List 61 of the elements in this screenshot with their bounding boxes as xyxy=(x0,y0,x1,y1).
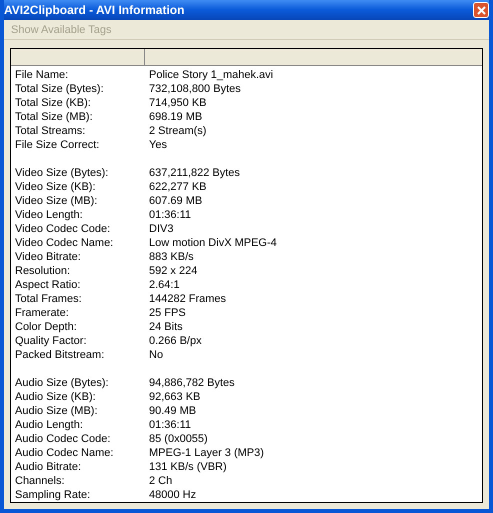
property-label: Sampling Rate: xyxy=(15,489,92,501)
property-value: MPEG-1 Layer 3 (MP3) xyxy=(149,447,264,459)
property-label: Framerate: xyxy=(15,307,70,319)
property-value: No xyxy=(149,349,164,361)
property-value: Yes xyxy=(149,139,167,151)
property-value: Police Story 1_mahek.avi xyxy=(149,69,274,81)
property-value: 85 (0x0055) xyxy=(149,433,208,445)
property-value: DIV3 xyxy=(149,223,174,235)
property-label: Video Size (MB): xyxy=(15,195,98,207)
property-value: 48000 Hz xyxy=(149,489,196,501)
property-label: Audio Codec Code: xyxy=(15,433,112,445)
property-value: 622,277 KB xyxy=(149,181,206,193)
property-label: Quality Factor: xyxy=(15,335,88,347)
property-label: Audio Size (Bytes): xyxy=(15,377,110,389)
property-label: Video Length: xyxy=(15,209,84,221)
property-label: Total Size (KB): xyxy=(15,97,92,109)
property-label: Color Depth: xyxy=(15,321,78,333)
property-value: 92,663 KB xyxy=(149,391,200,403)
property-value: 90.49 MB xyxy=(149,405,196,417)
property-label: Video Codec Code: xyxy=(15,223,112,235)
property-value: 144282 Frames xyxy=(149,293,226,305)
property-label: Packed Bitstream: xyxy=(15,349,106,361)
property-label: Audio Size (MB): xyxy=(15,405,99,417)
property-label: Video Size (KB): xyxy=(15,181,97,193)
property-label: Audio Size (KB): xyxy=(15,391,97,403)
property-value: 131 KB/s (VBR) xyxy=(149,461,227,473)
property-label: File Size Correct: xyxy=(15,139,100,151)
property-value: 698.19 MB xyxy=(149,111,202,123)
property-label: Total Size (MB): xyxy=(15,111,94,123)
property-label: Total Size (Bytes): xyxy=(15,83,105,95)
property-value: 94,886,782 Bytes xyxy=(149,377,235,389)
property-value: 01:36:11 xyxy=(149,419,192,431)
property-label: Total Frames: xyxy=(15,293,83,305)
property-value: 01:36:11 xyxy=(149,209,192,221)
property-value: 2.64:1 xyxy=(149,279,180,291)
property-value: 883 KB/s xyxy=(149,251,194,263)
window-title: AVI2Clipboard - AVI Information xyxy=(4,3,184,17)
property-value: 714,950 KB xyxy=(149,97,206,109)
property-label: Video Codec Name: xyxy=(15,237,114,249)
property-value: 732,108,800 Bytes xyxy=(149,83,241,95)
property-label: Resolution: xyxy=(15,265,72,277)
property-value: 0.266 B/px xyxy=(149,335,202,347)
property-label: Channels: xyxy=(15,475,66,487)
close-button[interactable] xyxy=(473,2,489,18)
property-value: 2 Ch xyxy=(149,475,172,487)
property-label: Video Size (Bytes): xyxy=(15,167,110,179)
property-value: 24 Bits xyxy=(149,321,183,333)
property-label: File Name: xyxy=(15,69,70,81)
property-label: Audio Length: xyxy=(15,419,84,431)
property-value: 25 FPS xyxy=(149,307,186,319)
property-label: Video Bitrate: xyxy=(15,251,82,263)
close-icon xyxy=(476,4,486,16)
property-value: 637,211,822 Bytes xyxy=(149,167,240,179)
property-label: Total Streams: xyxy=(15,125,86,137)
property-value: Low motion DivX MPEG-4 xyxy=(149,237,277,249)
property-label: Audio Bitrate: xyxy=(15,461,82,473)
property-label: Audio Codec Name: xyxy=(15,447,114,459)
property-label: Aspect Ratio: xyxy=(15,279,82,291)
property-value: 607.69 MB xyxy=(149,195,202,207)
property-value: 2 Stream(s) xyxy=(149,125,206,137)
property-value: 592 x 224 xyxy=(149,265,198,277)
